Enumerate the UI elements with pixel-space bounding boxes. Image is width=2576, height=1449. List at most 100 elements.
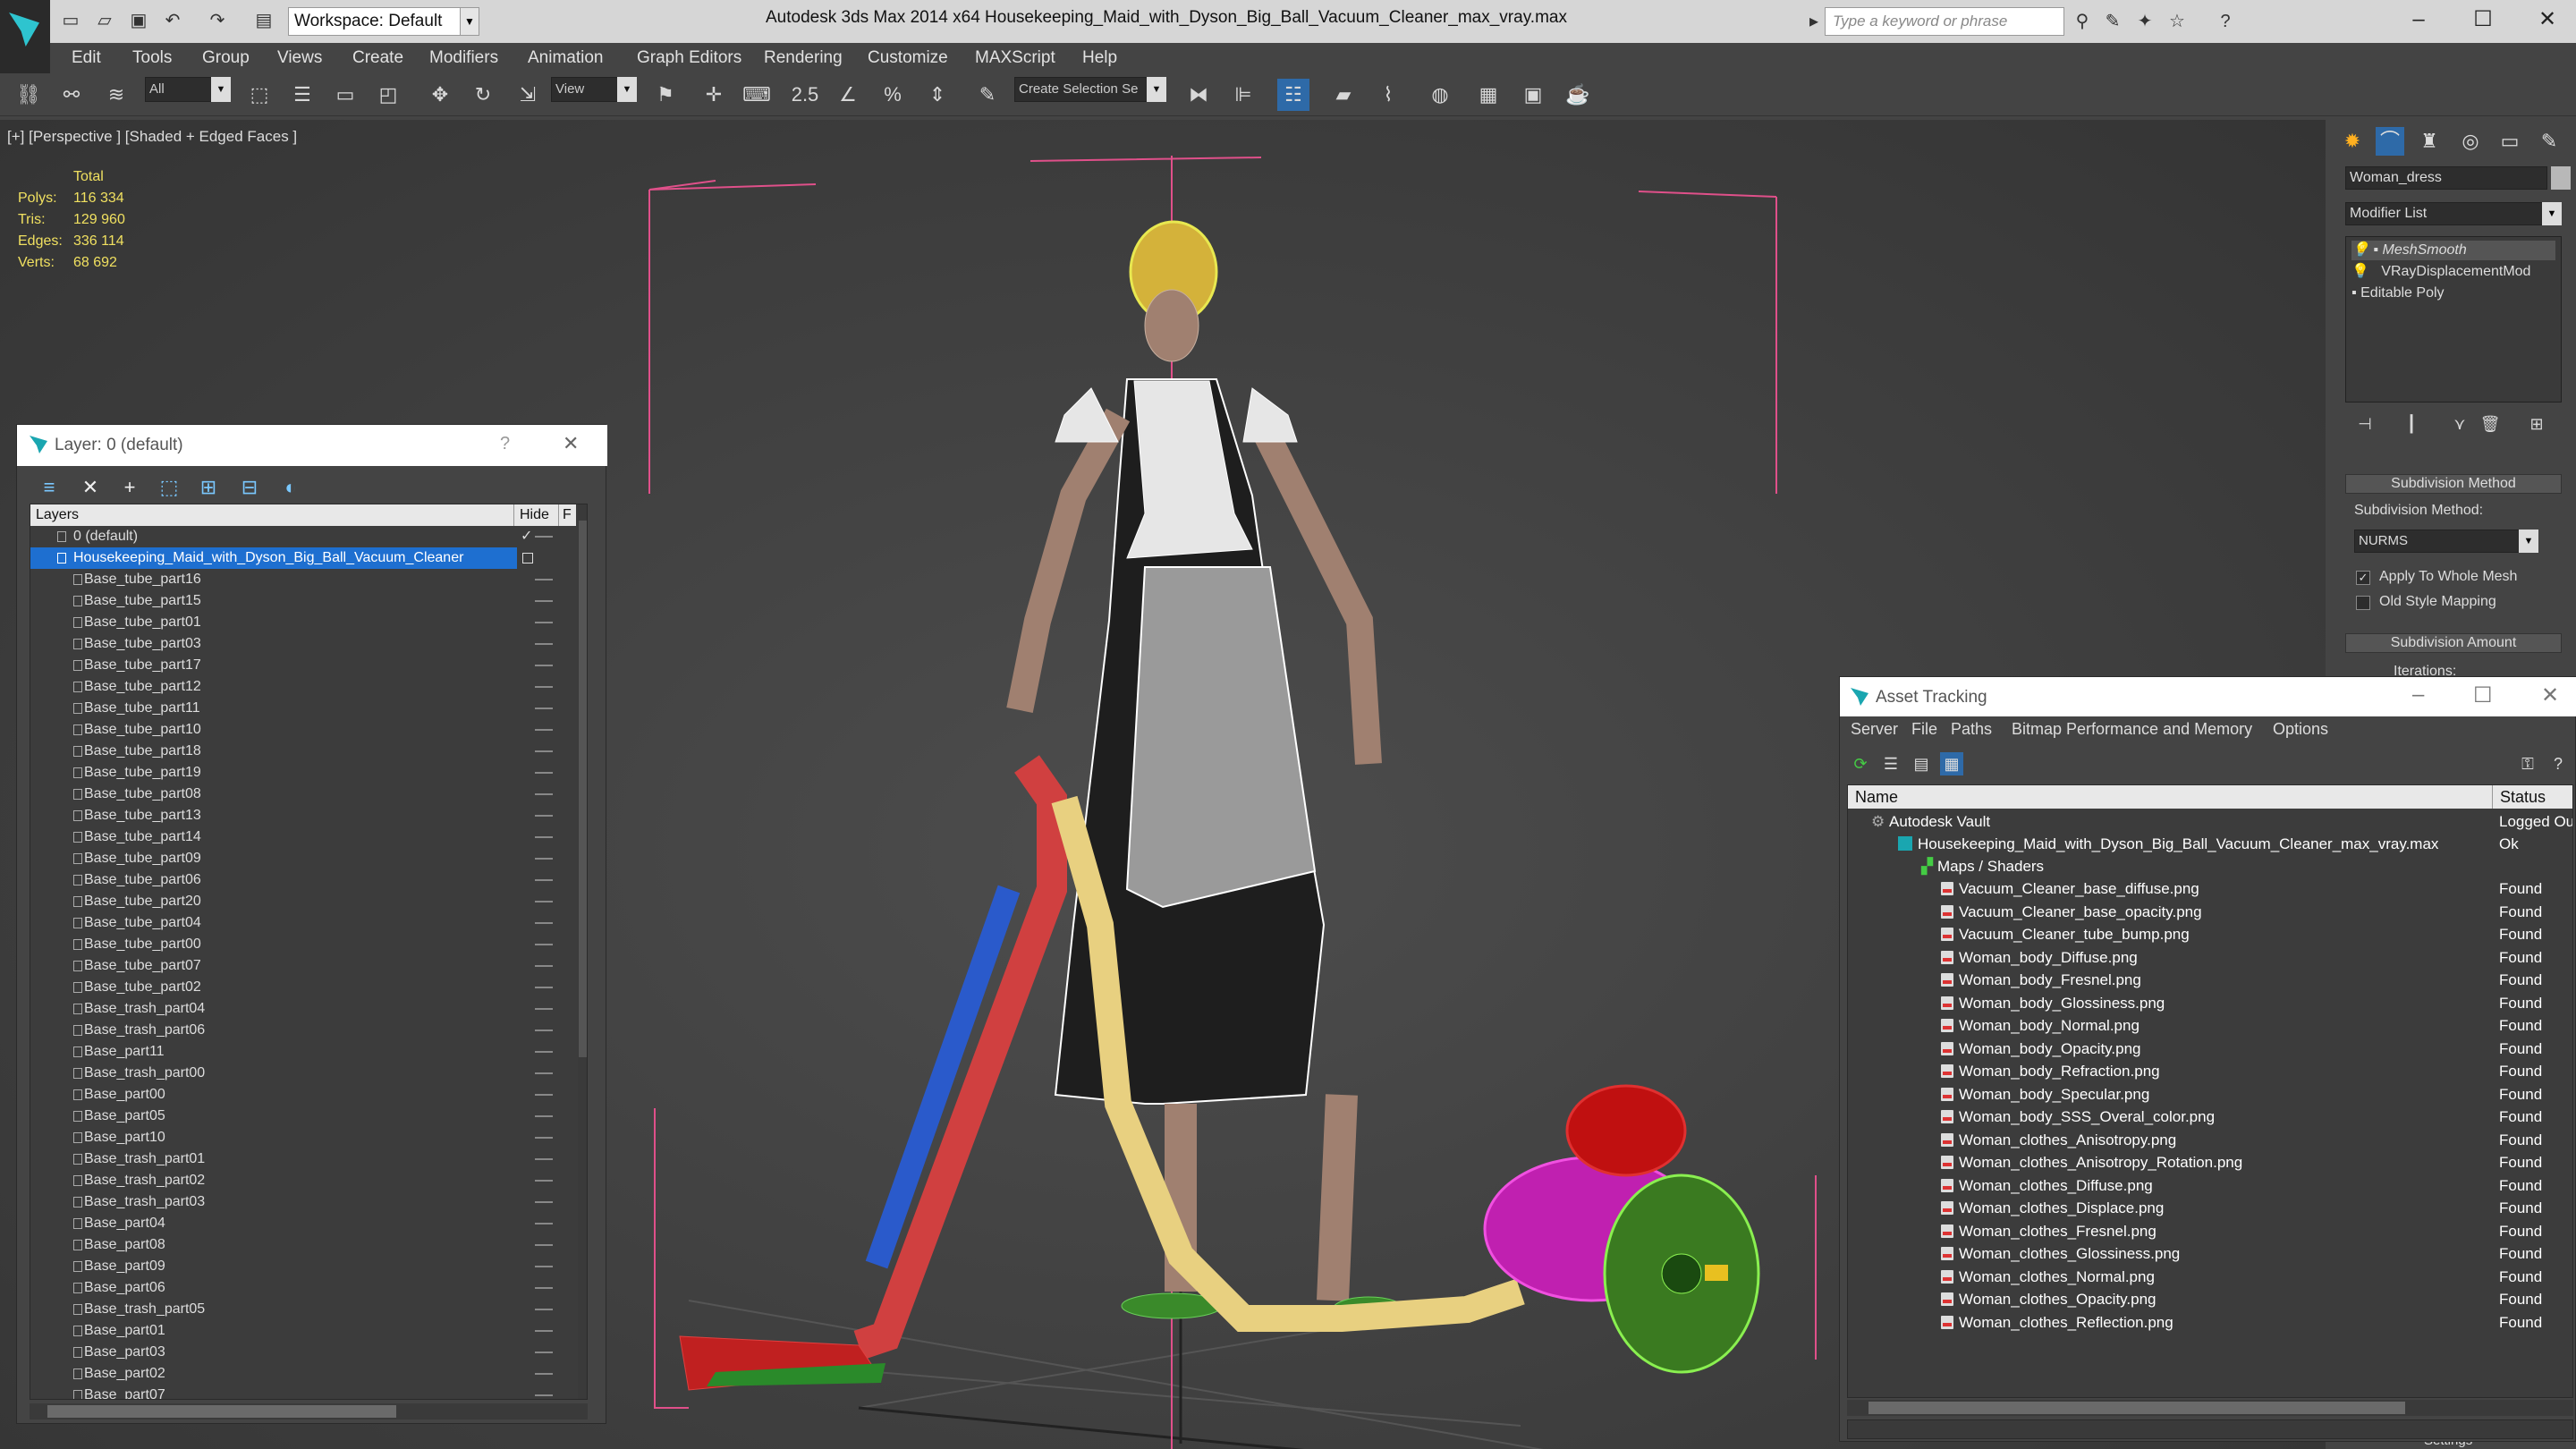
stack-item-vraydisplacement[interactable]: 💡 VRayDisplacementMod xyxy=(2351,262,2530,282)
maximize-icon[interactable]: ☐ xyxy=(2473,682,2493,708)
layer-current-box[interactable] xyxy=(522,553,533,564)
close-icon[interactable]: ✕ xyxy=(563,432,579,455)
layer-object-row[interactable]: Base_tube_part17 xyxy=(30,655,571,676)
hide-toggle[interactable] xyxy=(535,1394,553,1396)
open-file-icon[interactable]: ▱ xyxy=(93,9,116,32)
menu-tools[interactable]: Tools xyxy=(132,43,172,73)
bind-space-warp-icon[interactable]: ≋ xyxy=(100,79,132,111)
help-icon[interactable]: ? xyxy=(2213,9,2238,34)
layer-object-row[interactable]: Base_trash_part01 xyxy=(30,1148,571,1170)
asset-table[interactable]: Name Status ⚙ Autodesk Vault Logged Ou H… xyxy=(1847,784,2573,1398)
column-name[interactable]: Name xyxy=(1855,785,1898,809)
hide-toggle[interactable] xyxy=(535,1244,553,1246)
asset-row-map[interactable]: Woman_body_SSS_Overal_color.png Found xyxy=(1848,1106,2572,1128)
hide-toggle[interactable] xyxy=(535,600,553,602)
hide-toggle[interactable] xyxy=(535,729,553,731)
layer-manager-icon[interactable]: ☷ xyxy=(1277,79,1309,111)
add-to-layer-icon[interactable]: ⬚ xyxy=(155,473,183,502)
at-menu-file[interactable]: File xyxy=(1911,720,1937,739)
asset-row-map[interactable]: Woman_clothes_Diffuse.png Found xyxy=(1848,1174,2572,1197)
hide-toggle[interactable] xyxy=(535,622,553,623)
select-by-name-icon[interactable]: ☰ xyxy=(286,79,318,111)
layer-object-row[interactable]: Base_tube_part19 xyxy=(30,762,571,784)
hide-toggle[interactable] xyxy=(535,1287,553,1289)
layer-object-row[interactable]: Base_part07 xyxy=(30,1385,571,1399)
hide-toggle[interactable] xyxy=(535,1352,553,1353)
layer-object-row[interactable]: Base_trash_part00 xyxy=(30,1063,571,1084)
hide-toggle[interactable] xyxy=(535,1158,553,1160)
apply-whole-mesh-checkbox[interactable]: ✓ xyxy=(2356,571,2370,585)
rendered-frame-icon[interactable]: ▣ xyxy=(1517,79,1549,111)
asset-row-map[interactable]: Woman_body_Normal.png Found xyxy=(1848,1014,2572,1037)
delete-layer-icon[interactable]: ✕ xyxy=(76,473,105,502)
object-name-field[interactable]: Woman_dress xyxy=(2345,166,2547,190)
menu-animation[interactable]: Animation xyxy=(528,43,604,73)
hide-toggle[interactable] xyxy=(535,1180,553,1182)
hide-all-icon[interactable]: ◐ xyxy=(276,473,305,502)
asset-row-map[interactable]: Woman_body_Opacity.png Found xyxy=(1848,1038,2572,1060)
layer-object-row[interactable]: Base_trash_part03 xyxy=(30,1191,571,1213)
asset-row-map[interactable]: Woman_clothes_Fresnel.png Found xyxy=(1848,1220,2572,1242)
help-icon[interactable]: ? xyxy=(500,434,510,454)
utilities-tab-icon[interactable]: ✎ xyxy=(2535,127,2563,156)
stack-item-meshsmooth[interactable]: 💡 ▪ MeshSmooth xyxy=(2351,241,2555,260)
old-style-mapping-checkbox[interactable] xyxy=(2356,596,2370,610)
graphite-tools-icon[interactable]: ▰ xyxy=(1327,79,1360,111)
layer-object-row[interactable]: Base_tube_part11 xyxy=(30,698,571,719)
chevron-down-icon[interactable]: ▼ xyxy=(617,77,637,102)
asset-row-vault[interactable]: ⚙ Autodesk Vault Logged Ou xyxy=(1848,810,2572,833)
select-link-icon[interactable]: ⛓ xyxy=(13,79,45,111)
at-menu-paths[interactable]: Paths xyxy=(1951,720,1992,739)
select-layer-icon[interactable]: ⊞ xyxy=(194,473,223,502)
minimize-icon[interactable]: – xyxy=(2412,682,2424,708)
hide-toggle[interactable] xyxy=(535,836,553,838)
layer-object-row[interactable]: Base_part09 xyxy=(30,1256,571,1277)
remove-modifier-icon[interactable]: 🗑 xyxy=(2474,408,2506,440)
app-logo-icon[interactable] xyxy=(0,0,50,77)
asset-row-map[interactable]: Woman_clothes_Opacity.png Found xyxy=(1848,1288,2572,1310)
search-input[interactable]: Type a keyword or phrase xyxy=(1825,7,2064,36)
hide-toggle[interactable] xyxy=(535,536,553,538)
column-freeze[interactable]: F xyxy=(558,504,572,526)
layer-object-row[interactable]: Base_tube_part04 xyxy=(30,912,571,934)
close-icon[interactable]: ✕ xyxy=(2541,682,2559,708)
menu-rendering[interactable]: Rendering xyxy=(764,43,843,73)
column-layers[interactable]: Layers xyxy=(36,504,79,526)
layer-object-row[interactable]: Base_tube_part20 xyxy=(30,891,571,912)
edit-named-selection-icon[interactable]: ✎ xyxy=(971,79,1004,111)
bulb-icon[interactable]: 💡 ▪ xyxy=(2351,242,2382,258)
favorites-star-icon[interactable]: ☆ xyxy=(2165,9,2190,34)
at-menu-bitmap-performance[interactable]: Bitmap Performance and Memory xyxy=(2012,720,2252,739)
layer-object-row[interactable]: Base_tube_part06 xyxy=(30,869,571,891)
layer-object-row[interactable]: Base_part03 xyxy=(30,1342,571,1363)
rotate-icon[interactable]: ↻ xyxy=(467,79,499,111)
angle-snap-icon[interactable]: ∠ xyxy=(832,79,864,111)
at-menu-options[interactable]: Options xyxy=(2273,720,2328,739)
close-icon[interactable]: ✕ xyxy=(2529,4,2565,36)
material-editor-icon[interactable]: ◍ xyxy=(1424,79,1456,111)
hide-toggle[interactable] xyxy=(535,793,553,795)
layer-object-row[interactable]: Base_trash_part05 xyxy=(30,1299,571,1320)
asset-row-map[interactable]: Vacuum_Cleaner_base_opacity.png Found xyxy=(1848,901,2572,923)
select-manipulate-icon[interactable]: ✛ xyxy=(698,79,730,111)
layer-object-row[interactable]: Base_part02 xyxy=(30,1363,571,1385)
rectangular-selection-icon[interactable]: ▭ xyxy=(329,79,361,111)
layer-object-row[interactable]: Base_part06 xyxy=(30,1277,571,1299)
asset-row-maps-group[interactable]: ▞ Maps / Shaders xyxy=(1848,855,2572,877)
asset-row-map[interactable]: Woman_body_Fresnel.png Found xyxy=(1848,969,2572,991)
rollout-subdivision-amount[interactable]: Subdivision Amount xyxy=(2345,633,2562,653)
expand-icon[interactable]: ▪ xyxy=(2351,285,2360,301)
refresh-icon[interactable]: ⟳ xyxy=(1849,752,1872,775)
hierarchy-tab-icon[interactable]: ♜ xyxy=(2415,127,2444,156)
unlink-icon[interactable]: ⚯ xyxy=(55,79,88,111)
asset-row-map[interactable]: Woman_body_Refraction.png Found xyxy=(1848,1060,2572,1082)
window-crossing-icon[interactable]: ◰ xyxy=(372,79,404,111)
workspace-dropdown[interactable]: Workspace: Default xyxy=(288,7,479,36)
horizontal-scrollbar[interactable] xyxy=(30,1403,588,1419)
rollout-subdivision-method[interactable]: Subdivision Method xyxy=(2345,474,2562,494)
menu-group[interactable]: Group xyxy=(202,43,250,73)
thumbnail-view-icon[interactable]: ▤ xyxy=(1910,752,1933,775)
hide-toggle[interactable] xyxy=(535,1266,553,1267)
layer-list[interactable]: Layers Hide F 0 (default) ✓ Housekeeping… xyxy=(30,504,588,1400)
asset-row-map[interactable]: Woman_body_Diffuse.png Found xyxy=(1848,946,2572,969)
